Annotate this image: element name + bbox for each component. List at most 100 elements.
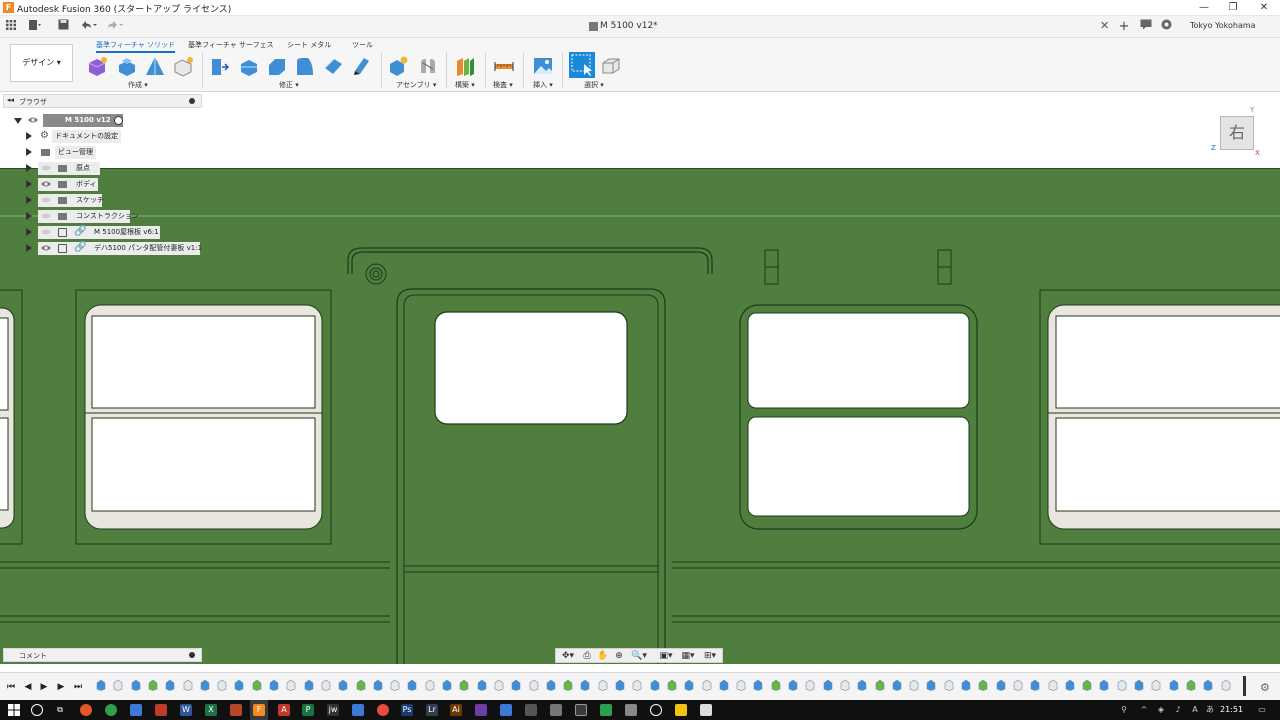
expand-icon[interactable] bbox=[26, 228, 32, 236]
app-icon[interactable] bbox=[625, 704, 637, 716]
timeline-feature-icon[interactable] bbox=[909, 679, 919, 691]
chat-icon[interactable] bbox=[1138, 19, 1154, 35]
taskbar-clock[interactable]: 21:51 bbox=[1220, 705, 1243, 714]
people-icon[interactable]: ⚲ bbox=[1118, 704, 1130, 716]
expand-icon[interactable] bbox=[26, 164, 32, 172]
app-icon[interactable] bbox=[600, 704, 612, 716]
timeline-feature-icon[interactable] bbox=[875, 679, 885, 691]
timeline-feature-icon[interactable] bbox=[788, 679, 798, 691]
browser-panel-header[interactable]: ◂◂ ブラウザ bbox=[3, 94, 202, 108]
tree-item-named-views[interactable]: ビュー管理 bbox=[26, 146, 126, 159]
timeline-feature-icon[interactable] bbox=[477, 679, 487, 691]
firefox-icon[interactable] bbox=[80, 704, 92, 716]
timeline-feature-icon[interactable] bbox=[650, 679, 660, 691]
timeline-feature-icon[interactable] bbox=[1099, 679, 1109, 691]
timeline-feature-icon[interactable] bbox=[823, 679, 833, 691]
tree-item-end-panel-link[interactable]: デハ5100 パンタ配管付妻板 v1:1 🔗 bbox=[26, 242, 206, 255]
offset-plane-icon[interactable] bbox=[454, 55, 476, 77]
tab-tools[interactable]: ツール bbox=[352, 40, 373, 50]
app-icon[interactable] bbox=[352, 704, 364, 716]
root-component[interactable]: M 5100 v12 bbox=[43, 114, 123, 127]
timeline-feature-icon[interactable] bbox=[269, 679, 279, 691]
timeline-feature-icon[interactable] bbox=[1186, 679, 1196, 691]
windows-start-icon[interactable] bbox=[8, 704, 20, 716]
app-icon[interactable] bbox=[700, 704, 712, 716]
viewports-icon[interactable]: ⊞▾ bbox=[700, 650, 720, 662]
tree-item-sketches[interactable]: スケッチ bbox=[26, 194, 126, 207]
timeline-feature-icon[interactable] bbox=[459, 679, 469, 691]
expand-icon[interactable] bbox=[26, 196, 32, 204]
timeline-feature-icon[interactable] bbox=[1221, 679, 1231, 691]
chrome-icon[interactable] bbox=[105, 704, 117, 716]
timeline-feature-icon[interactable] bbox=[148, 679, 158, 691]
volume-icon[interactable]: ♪ bbox=[1172, 704, 1184, 716]
app-icon[interactable] bbox=[525, 704, 537, 716]
app-icon[interactable] bbox=[675, 704, 687, 716]
app-icon[interactable] bbox=[575, 704, 587, 716]
panel-pin-icon[interactable] bbox=[189, 652, 195, 658]
go-to-end-button[interactable]: ⏭ bbox=[72, 681, 84, 693]
timeline-feature-icon[interactable] bbox=[96, 679, 106, 691]
step-back-button[interactable]: ◀ bbox=[22, 681, 34, 693]
select-icon[interactable] bbox=[569, 52, 595, 78]
lightroom-icon[interactable]: Lr bbox=[426, 704, 438, 716]
collapse-panel-icon[interactable]: ◂◂ bbox=[7, 96, 14, 104]
new-component-icon[interactable] bbox=[86, 55, 108, 77]
activate-radio-icon[interactable] bbox=[114, 116, 123, 125]
timeline-feature-icon[interactable] bbox=[1169, 679, 1179, 691]
powerpoint-icon[interactable] bbox=[230, 704, 242, 716]
timeline-feature-icon[interactable] bbox=[719, 679, 729, 691]
visibility-off-icon[interactable] bbox=[41, 196, 51, 204]
timeline-feature-icon[interactable] bbox=[667, 679, 677, 691]
ime-icon[interactable]: A bbox=[1189, 704, 1201, 716]
timeline-feature-icon[interactable] bbox=[1151, 679, 1161, 691]
timeline-feature-icon[interactable] bbox=[494, 679, 504, 691]
timeline-feature-icon[interactable] bbox=[892, 679, 902, 691]
restore-button[interactable]: ❐ bbox=[1217, 0, 1249, 16]
display-settings-icon[interactable]: ▣▾ bbox=[656, 650, 676, 662]
ime-mode-icon[interactable]: あ bbox=[1204, 704, 1216, 716]
visibility-off-icon[interactable] bbox=[41, 228, 51, 236]
timeline-feature-icon[interactable] bbox=[805, 679, 815, 691]
timeline-feature-icon[interactable] bbox=[1030, 679, 1040, 691]
fusion360-taskbar-icon[interactable]: F bbox=[253, 704, 265, 716]
app-icon[interactable] bbox=[475, 704, 487, 716]
timeline-feature-icon[interactable] bbox=[926, 679, 936, 691]
timeline-feature-icon[interactable] bbox=[425, 679, 435, 691]
sweep-icon[interactable] bbox=[172, 55, 194, 77]
workspace-switcher-button[interactable]: デザイン ▾ bbox=[10, 44, 73, 82]
expand-icon[interactable] bbox=[26, 244, 32, 252]
timeline-feature-icon[interactable] bbox=[1013, 679, 1023, 691]
select-group-label[interactable]: 選択 ▾ bbox=[584, 80, 604, 90]
orbit-icon[interactable]: ✥▾ bbox=[558, 650, 578, 662]
timeline-feature-icon[interactable] bbox=[702, 679, 712, 691]
modify-group-label[interactable]: 修正 ▾ bbox=[279, 80, 299, 90]
tree-item-document-settings[interactable]: ⚙ ドキュメントの設定 bbox=[26, 130, 126, 143]
timeline-feature-icon[interactable] bbox=[996, 679, 1006, 691]
extrude-icon[interactable] bbox=[116, 55, 138, 77]
panel-pin-icon[interactable] bbox=[189, 98, 195, 104]
timeline-feature-icon[interactable] bbox=[857, 679, 867, 691]
grid-settings-icon[interactable]: ▦▾ bbox=[678, 650, 698, 662]
play-button[interactable]: ▶ bbox=[38, 681, 50, 693]
chamfer-icon[interactable] bbox=[266, 55, 288, 77]
timeline-feature-icon[interactable] bbox=[113, 679, 123, 691]
new-tab-button[interactable]: + bbox=[1116, 19, 1132, 35]
tab-sheet-metal[interactable]: シート メタル bbox=[287, 40, 331, 50]
timeline-feature-icon[interactable] bbox=[978, 679, 988, 691]
construct-group-label[interactable]: 構築 ▾ bbox=[455, 80, 475, 90]
revolve-icon[interactable] bbox=[144, 55, 166, 77]
expand-icon[interactable] bbox=[26, 148, 32, 156]
timeline-feature-icon[interactable] bbox=[183, 679, 193, 691]
document-tab[interactable]: M 5100 v12* ✕ bbox=[0, 16, 1112, 38]
timeline-feature-icon[interactable] bbox=[442, 679, 452, 691]
timeline-marker[interactable] bbox=[1243, 676, 1246, 696]
timeline-feature-icon[interactable] bbox=[407, 679, 417, 691]
assemble-group-label[interactable]: アセンブリ ▾ bbox=[396, 80, 436, 90]
create-group-label[interactable]: 作成 ▾ bbox=[128, 80, 148, 90]
illustrator-icon[interactable]: Ai bbox=[450, 704, 462, 716]
expand-icon[interactable] bbox=[26, 180, 32, 188]
design-canvas[interactable] bbox=[0, 92, 1280, 664]
tree-item-origin[interactable]: 原点 bbox=[26, 162, 126, 175]
job-status-icon[interactable] bbox=[1158, 19, 1174, 35]
